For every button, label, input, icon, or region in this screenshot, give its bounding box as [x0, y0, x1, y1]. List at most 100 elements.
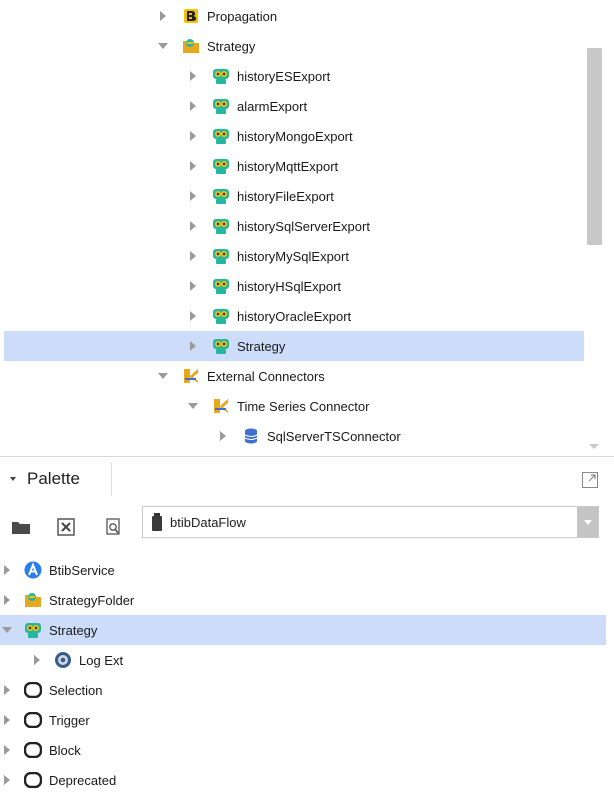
close-palette-icon[interactable] [55, 516, 77, 538]
palette-tab[interactable]: Palette [5, 462, 112, 496]
nav-tree: Propagation Strategy historyESExport alarmE… [0, 0, 600, 456]
strategy-robot-icon [212, 157, 230, 175]
nav-tree-label: SqlServerTSConnector [267, 428, 401, 444]
nav-tree-row[interactable]: External Connectors [4, 361, 584, 391]
strategy-robot-icon [212, 307, 230, 325]
nav-tree-label: Strategy [207, 38, 256, 54]
expand-arrow-icon[interactable] [0, 683, 14, 697]
palette-item[interactable]: Log Ext [0, 645, 606, 675]
palette-item-label: Log Ext [79, 652, 124, 668]
expand-arrow-icon[interactable] [186, 129, 200, 143]
tab-menu-caret-icon[interactable] [10, 477, 16, 481]
expand-arrow-icon[interactable] [186, 249, 200, 263]
expand-arrow-icon[interactable] [186, 219, 200, 233]
database-icon [242, 427, 260, 445]
nav-tree-row[interactable]: Time Series Connector [4, 391, 584, 421]
strategy-robot-icon [212, 97, 230, 115]
palette-item-label: Strategy [49, 622, 98, 638]
palette-item-label: Block [49, 742, 81, 758]
strategy-robot-icon [212, 217, 230, 235]
expand-arrow-icon[interactable] [186, 159, 200, 173]
palette-item-label: StrategyFolder [49, 592, 135, 608]
expand-arrow-icon[interactable] [186, 309, 200, 323]
expand-arrow-icon[interactable] [186, 339, 200, 353]
expand-arrow-icon[interactable] [0, 563, 14, 577]
expand-arrow-icon[interactable] [186, 99, 200, 113]
refresh-palette-icon[interactable] [102, 516, 124, 538]
module-select[interactable]: btibDataFlow [142, 506, 599, 538]
palette-item-label: BtibService [49, 562, 115, 578]
palette-item-label: Selection [49, 682, 103, 698]
nav-tree-label: Time Series Connector [237, 398, 370, 414]
nav-tree-label: historyFileExport [237, 188, 334, 204]
expand-arrow-icon[interactable] [156, 9, 170, 23]
chevron-down-icon[interactable] [577, 507, 598, 537]
nav-tree-row[interactable]: alarmExport [4, 91, 584, 121]
expand-arrow-icon[interactable] [0, 713, 14, 727]
module-select-value: btibDataFlow [170, 514, 246, 530]
scroll-down-arrow-icon[interactable] [589, 444, 599, 449]
open-folder-icon[interactable] [10, 516, 32, 538]
palette-item[interactable]: Trigger [0, 705, 606, 735]
gear-icon [54, 651, 72, 669]
palette-item[interactable]: Strategy [0, 615, 606, 645]
service-icon [24, 561, 42, 579]
expand-arrow-icon[interactable] [216, 429, 230, 443]
module-jar-icon [152, 513, 162, 531]
strategy-robot-icon [212, 247, 230, 265]
strategy-robot-icon [212, 277, 230, 295]
nav-tree-row[interactable]: historyHSqlExport [4, 271, 584, 301]
nav-tree-row[interactable]: Strategy [4, 331, 584, 361]
palette-item[interactable]: Block [0, 735, 606, 765]
nav-tree-row[interactable]: historyMongoExport [4, 121, 584, 151]
palette-item[interactable]: BtibService [0, 555, 606, 585]
palette-item-label: Deprecated [49, 772, 117, 788]
component-icon [24, 771, 42, 789]
nav-tree-row[interactable]: historyFileExport [4, 181, 584, 211]
strategy-robot-icon [212, 337, 230, 355]
nav-tree-row[interactable]: historyMqttExport [4, 151, 584, 181]
nav-tree-label: External Connectors [207, 368, 325, 384]
connector-folder-icon [212, 397, 230, 415]
nav-tree-label: historyMongoExport [237, 128, 353, 144]
strategy-folder-icon [182, 37, 200, 55]
nav-tree-label: alarmExport [237, 98, 308, 114]
expand-arrow-icon[interactable] [0, 743, 14, 757]
strategy-folder-icon [24, 591, 42, 609]
nav-tree-row[interactable]: historyMySqlExport [4, 241, 584, 271]
strategy-robot-icon [24, 621, 42, 639]
expand-arrow-icon[interactable] [186, 189, 200, 203]
pane-divider[interactable] [0, 456, 614, 457]
palette-header: Palette [0, 462, 614, 496]
collapse-arrow-icon[interactable] [0, 623, 14, 637]
palette-item[interactable]: StrategyFolder [0, 585, 606, 615]
strategy-robot-icon [212, 127, 230, 145]
palette-item[interactable]: Deprecated [0, 765, 606, 795]
expand-arrow-icon[interactable] [0, 593, 14, 607]
expand-arrow-icon[interactable] [186, 69, 200, 83]
collapse-arrow-icon[interactable] [186, 399, 200, 413]
propagation-icon [182, 7, 200, 25]
nav-tree-row[interactable]: historyESExport [4, 61, 584, 91]
maximize-icon[interactable] [582, 472, 598, 488]
nav-tree-scrollbar[interactable] [587, 48, 602, 245]
connector-folder-icon [182, 367, 200, 385]
nav-tree-row[interactable]: historySqlServerExport [4, 211, 584, 241]
nav-tree-row[interactable]: historyOracleExport [4, 301, 584, 331]
nav-tree-row[interactable]: Propagation [4, 1, 584, 31]
expand-arrow-icon[interactable] [0, 773, 14, 787]
component-icon [24, 741, 42, 759]
nav-tree-row[interactable]: SqlServerTSConnector [4, 421, 584, 451]
palette-title: Palette [27, 469, 80, 488]
nav-tree-label: historyOracleExport [237, 308, 352, 324]
collapse-arrow-icon[interactable] [156, 39, 170, 53]
collapse-arrow-icon[interactable] [156, 369, 170, 383]
nav-tree-label: historyMySqlExport [237, 248, 349, 264]
nav-tree-label: historySqlServerExport [237, 218, 370, 234]
palette-item[interactable]: Selection [0, 675, 606, 705]
nav-tree-row[interactable]: Strategy [4, 31, 584, 61]
expand-arrow-icon[interactable] [30, 653, 44, 667]
expand-arrow-icon[interactable] [186, 279, 200, 293]
palette-tree: BtibService StrategyFolder Strategy Log Ext… [0, 554, 614, 801]
strategy-robot-icon [212, 187, 230, 205]
